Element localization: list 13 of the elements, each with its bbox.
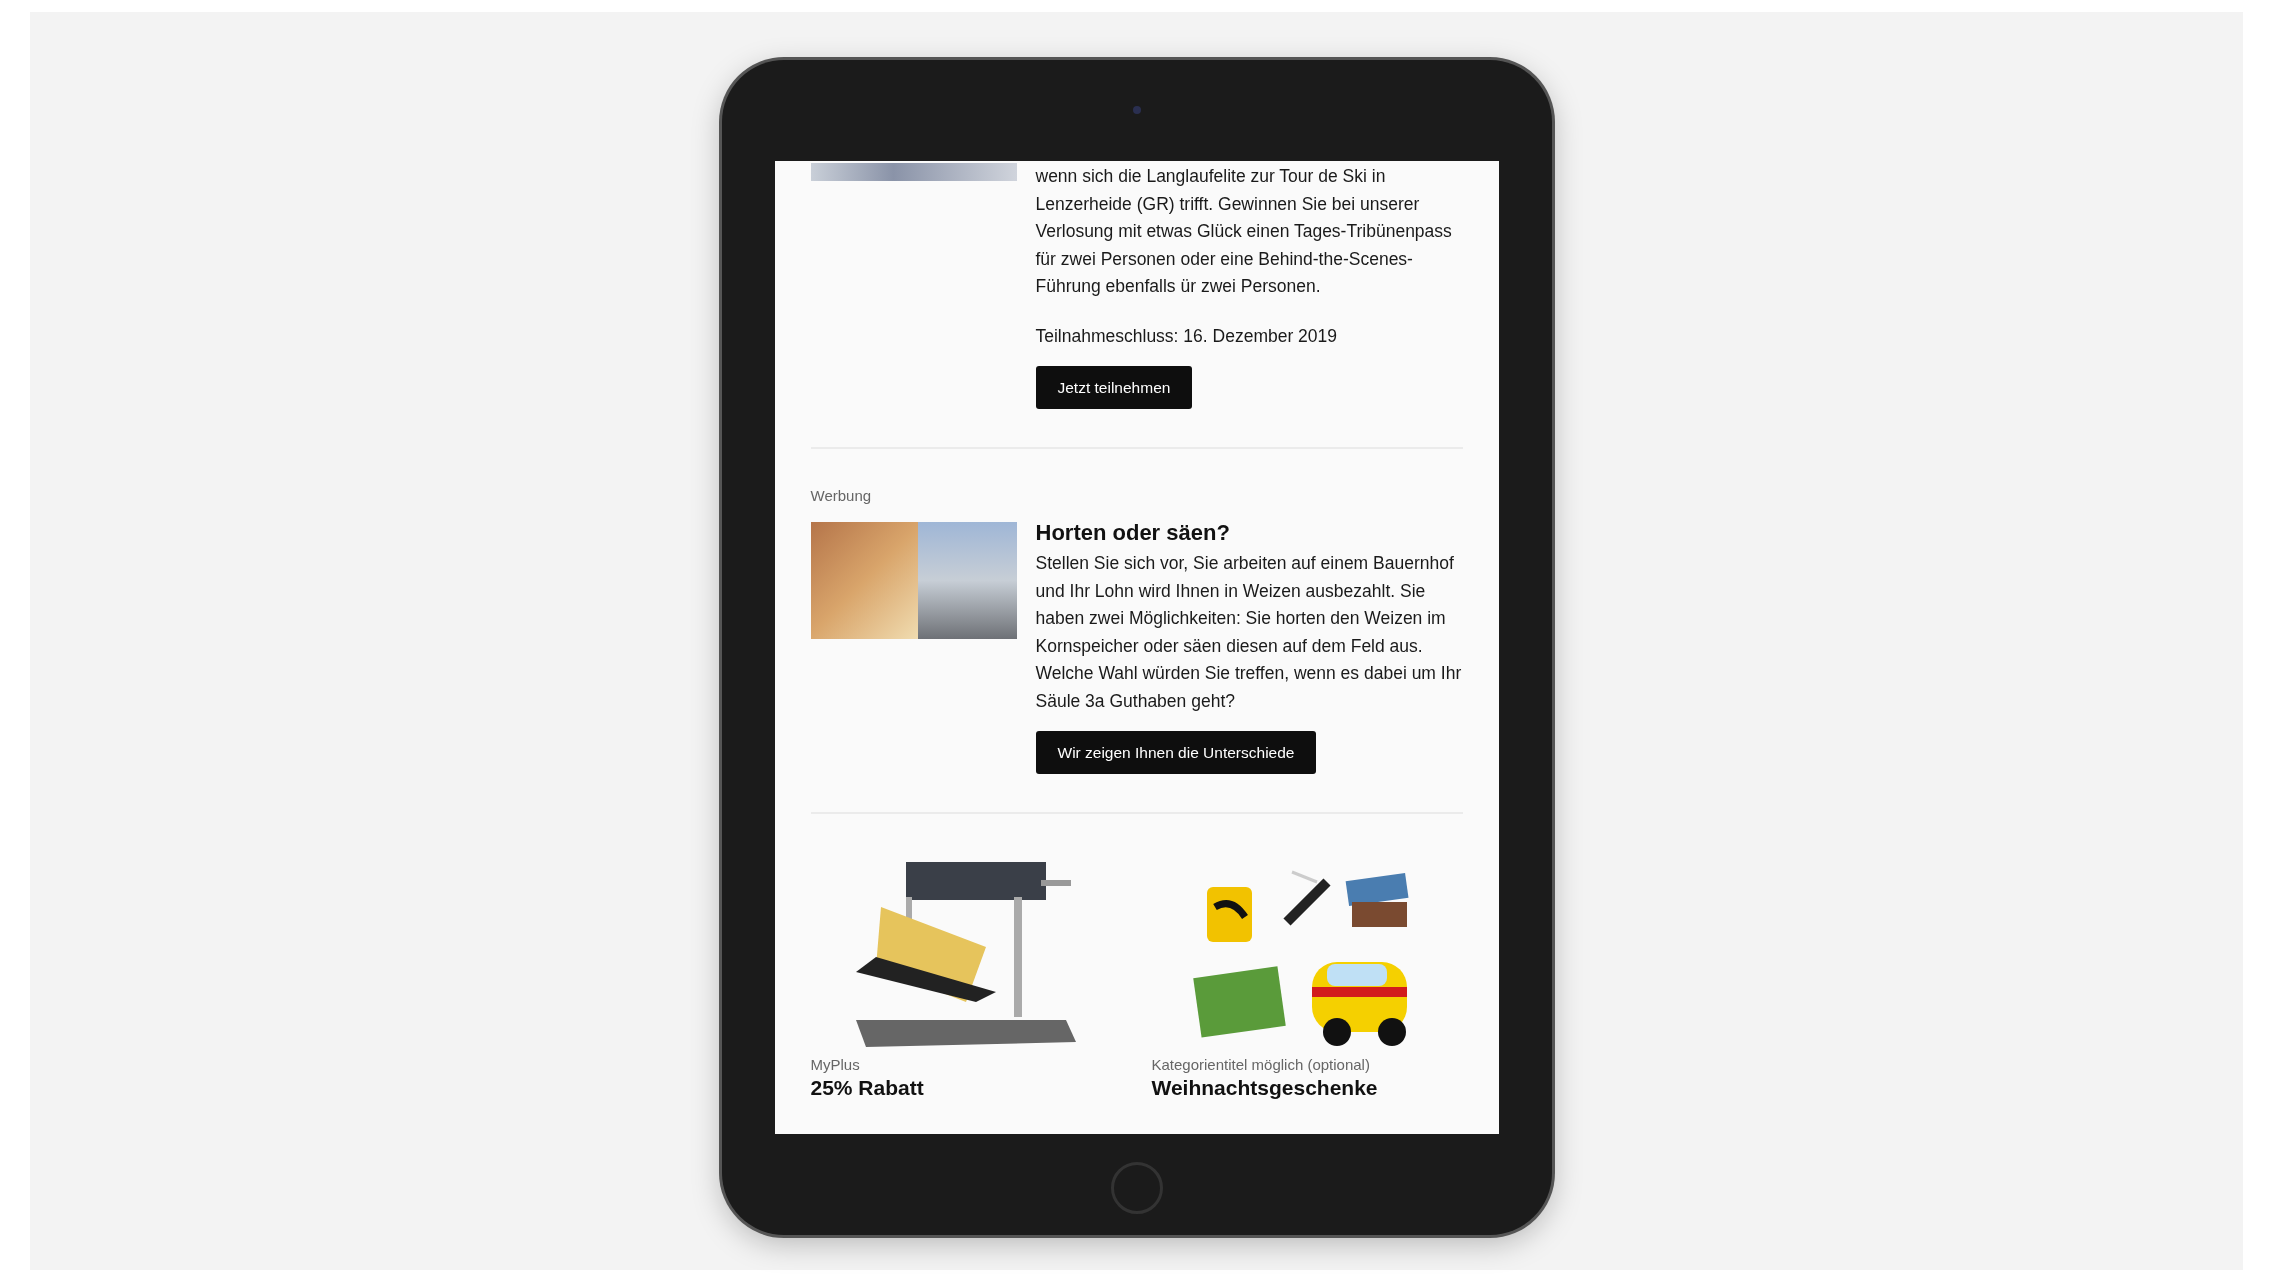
product-heading[interactable]: 25% Rabatt — [810, 1075, 1122, 1101]
article-text: wenn sich die Langlaufelite zur Tour de Ski in Lenzerheide (GR) trifft. Gewinnen Sie bei unserer Verlosung mit etwas Glück einen Tages-Tribünenpass für zwei Personen oder eine Behind-the-Scenes-Führung ebenfalls ür zwei Personen. — [1035, 165, 1453, 298]
cta-button[interactable]: Jetzt teilnehmen — [1035, 366, 1193, 409]
article-heading: Horten oder säen? — [1035, 520, 1230, 546]
section-label: Werbung — [810, 487, 873, 504]
category-label: Kategorientitel möglich (optional) — [1151, 1056, 1371, 1073]
product-heading[interactable]: Weihnachtsgeschenke — [1151, 1075, 1463, 1101]
home-button[interactable] — [1110, 1162, 1163, 1214]
article-text: Teilnahmeschluss: 16. Dezember 2019 — [1035, 324, 1338, 348]
category-label: MyPlus — [810, 1056, 861, 1073]
camera-icon — [1132, 106, 1141, 114]
article-text: Stellen Sie sich vor, Sie arbeiten auf einem Bauernhof und Ihr Lohn wird Ihnen in Weizen ausbezahlt. Sie haben zwei Möglichkeiten: Sie horten den Weizen im Kornspeicher oder säen diesen auf dem Feld aus. Welche Wahl würden Sie treffen, wenn es dabei um Ihr Säule 3a Guthaben geht? — [1035, 552, 1463, 713]
cta-button[interactable]: Wir zeigen Ihnen die Unterschiede — [1035, 731, 1317, 774]
